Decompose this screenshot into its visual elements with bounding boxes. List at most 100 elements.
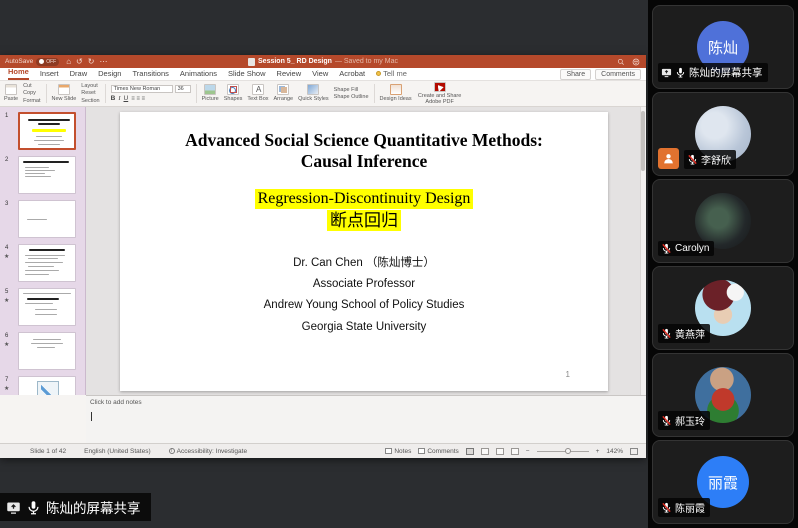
thumbnail-slide-6[interactable]: 6 ★ [0, 332, 85, 370]
participant-tile-haoyuling[interactable]: 郝玉玲 [652, 353, 794, 437]
text-cursor [91, 412, 92, 421]
ribbon-separator [374, 84, 375, 103]
participant-tile-chenlixia[interactable]: 丽霞 陈丽霞 [652, 440, 794, 524]
tab-slide-show[interactable]: Slide Show [228, 69, 266, 80]
participant-gallery: 陈灿 陈灿的屏幕共享 李舒欣 Carolyn 黄燕萍 [648, 0, 798, 528]
notes-icon [385, 448, 392, 454]
document-icon [248, 58, 255, 66]
text-box-button[interactable]: Text Box [247, 82, 268, 105]
thumbnail-slide-4[interactable]: 4 ★ [0, 244, 85, 282]
canvas-scrollbar-thumb[interactable] [641, 111, 645, 171]
tab-home[interactable]: Home [8, 67, 29, 80]
design-ideas-button[interactable]: Design Ideas [380, 82, 412, 105]
zoom-slider[interactable] [537, 451, 589, 452]
tab-insert[interactable]: Insert [40, 69, 59, 80]
slide-1-editor[interactable]: Advanced Social Science Quantitative Met… [120, 112, 608, 391]
powerpoint-window: AutoSave OFF ⌂ ↺ ↻ ⋯ Session 5_ RD Desig… [0, 55, 646, 458]
picture-icon [204, 84, 216, 95]
new-slide-button[interactable]: New Slide [52, 82, 77, 105]
screen-share-icon [6, 500, 21, 515]
zoom-out-button[interactable]: − [526, 448, 530, 455]
zoom-in-button[interactable]: + [596, 448, 600, 455]
screen-share-icon [661, 67, 672, 78]
tab-review[interactable]: Review [277, 69, 302, 80]
acrobat-pdf-icon [434, 82, 446, 92]
notes-pane[interactable]: Click to add notes [86, 395, 646, 443]
reset-button[interactable]: Reset [81, 90, 99, 96]
thumbnail-preview [18, 244, 76, 282]
tab-acrobat[interactable]: Acrobat [339, 69, 365, 80]
thumbnail-slide-3[interactable]: 3 [0, 200, 85, 238]
slide-author-block: Dr. Can Chen （陈灿博士） Associate Professor … [120, 253, 608, 338]
participant-name-label: 郝玉玲 [658, 411, 710, 430]
participant-tile-huangyanping[interactable]: 黄燕萍 [652, 266, 794, 350]
participant-tile-carolyn[interactable]: Carolyn [652, 179, 794, 263]
ribbon-separator [196, 84, 197, 103]
notes-toggle-button[interactable]: Notes [385, 448, 411, 455]
zoom-slider-knob[interactable] [565, 448, 571, 454]
screen-share-status-overlay: 陈灿的屏幕共享 [0, 493, 151, 521]
paste-button[interactable]: Paste [4, 82, 18, 105]
feedback-smiley-icon[interactable] [632, 58, 640, 66]
search-icon[interactable] [617, 58, 625, 66]
redo-icon[interactable]: ↻ [88, 55, 95, 68]
participant-tile-lishuxin[interactable]: 李舒欣 [652, 92, 794, 176]
participant-name-label: Carolyn [658, 241, 714, 256]
copy-button[interactable]: Copy [23, 90, 40, 96]
thumbnail-slide-2[interactable]: 2 [0, 156, 85, 194]
thumbnail-slide-7[interactable]: 7 ★ [0, 376, 85, 395]
italic-button[interactable]: I [118, 95, 120, 102]
tell-me[interactable]: Tell me [376, 69, 407, 80]
participant-name-label: 陈灿的屏幕共享 [658, 63, 768, 82]
format-painter-button[interactable]: Format [23, 98, 40, 104]
font-size-select[interactable]: 36 [175, 85, 191, 93]
comments-icon [418, 448, 425, 454]
fit-slide-button[interactable] [630, 448, 638, 455]
thumbnail-slide-1[interactable]: 1 [0, 112, 85, 150]
home-icon[interactable]: ⌂ [66, 55, 71, 68]
underline-button[interactable]: U [124, 95, 129, 102]
tab-draw[interactable]: Draw [70, 69, 88, 80]
accessibility-icon: i [169, 448, 175, 454]
section-button[interactable]: Section [81, 98, 99, 104]
slide-editor-canvas: Advanced Social Science Quantitative Met… [86, 107, 646, 395]
slideshow-view-button[interactable] [511, 448, 519, 455]
tab-animations[interactable]: Animations [180, 69, 217, 80]
zoom-level[interactable]: 142% [606, 448, 623, 455]
paragraph-align-buttons[interactable]: ≡ ≡ ≡ [131, 96, 145, 102]
shape-fill-button[interactable]: Shape Fill [334, 87, 369, 93]
font-name-select[interactable]: Times New Roman [111, 85, 173, 93]
slide-sorter-view-button[interactable] [481, 448, 489, 455]
undo-icon[interactable]: ↺ [76, 55, 83, 68]
arrange-button[interactable]: Arrange [274, 82, 294, 105]
create-pdf-button[interactable]: Create and Share Adobe PDF [417, 82, 463, 105]
person-badge [658, 148, 679, 169]
thumbnail-slide-5[interactable]: 5 ★ [0, 288, 85, 326]
picture-button[interactable]: Picture [202, 82, 219, 105]
share-button[interactable]: Share [560, 69, 591, 80]
layout-button[interactable]: Layout [81, 83, 99, 89]
participant-name-label: 李舒欣 [684, 150, 736, 169]
shapes-button[interactable]: Shapes [224, 82, 243, 105]
comments-toggle-button[interactable]: Comments [418, 448, 458, 455]
bold-button[interactable]: B [111, 95, 116, 102]
normal-view-button[interactable] [466, 448, 474, 455]
design-ideas-icon [390, 84, 402, 95]
shape-outline-button[interactable]: Shape Outline [334, 94, 369, 100]
mic-on-icon [675, 67, 686, 78]
quick-styles-button[interactable]: Quick Styles [298, 82, 329, 105]
accessibility-status[interactable]: i Accessibility: Investigate [169, 448, 247, 455]
language-status[interactable]: English (United States) [84, 448, 150, 455]
cut-button[interactable]: Cut [23, 83, 40, 89]
reading-view-button[interactable] [496, 448, 504, 455]
tab-view[interactable]: View [312, 69, 328, 80]
participant-tile-chencan[interactable]: 陈灿 陈灿的屏幕共享 [652, 5, 794, 89]
comments-button[interactable]: Comments [595, 69, 641, 80]
tab-transitions[interactable]: Transitions [132, 69, 168, 80]
thumbnail-preview [18, 156, 76, 194]
more-commands-icon[interactable]: ⋯ [99, 55, 107, 68]
autosave-toggle[interactable]: OFF [36, 58, 59, 66]
thumbnail-chart [37, 381, 59, 395]
canvas-scrollbar[interactable] [640, 107, 646, 395]
tab-design[interactable]: Design [98, 69, 121, 80]
